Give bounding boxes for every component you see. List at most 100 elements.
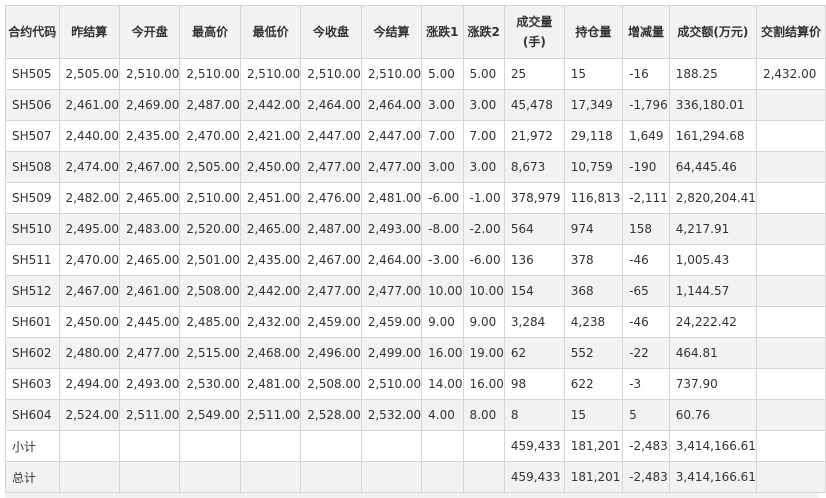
cell-oi-change: -65 [622,275,670,307]
cell-open: 2,477.00 [118,337,181,369]
cell-open: 2,435.00 [118,120,181,152]
cell-volume: 564 [503,213,565,245]
cell-high: 2,505.00 [179,151,241,183]
cell-change1: -3.00 [421,244,464,276]
cell-low: 2,511.00 [239,399,302,431]
cell-contract-code: SH602 [5,337,60,369]
cell-delivery-settle [755,337,826,369]
cell-open: 2,445.00 [118,306,181,338]
cell-settle: 2,532.00 [360,399,423,431]
cell-volume: 378,979 [503,182,565,214]
cell-high: 2,510.00 [179,58,241,90]
cell-turnover: 1,144.57 [668,275,757,307]
cell-volume: 25 [503,58,565,90]
header-change2: 涨跌2 [462,5,505,59]
header-prev-settle: 昨结算 [58,5,120,59]
cell-high: 2,508.00 [179,275,241,307]
cell-turnover: 464.81 [668,337,757,369]
cell-oi-change: -3 [622,368,670,400]
cell-high: 2,487.00 [179,89,241,121]
cell-prev-settle: 2,467.00 [58,275,120,307]
cell-change1 [421,461,464,493]
cell-prev-settle: 2,505.00 [58,58,120,90]
cell-contract-code: SH511 [5,244,60,276]
cell-change2: -1.00 [462,182,505,214]
cell-low: 2,442.00 [239,275,302,307]
cell-high: 2,520.00 [179,213,241,245]
cell-close: 2,528.00 [300,399,362,431]
table-row: SH601 2,450.00 2,445.00 2,485.00 2,432.00 2,4… [5,306,826,338]
cell-delivery-settle [755,399,826,431]
cell-close: 2,476.00 [300,182,362,214]
cell-oi-change: -2,483 [622,430,670,462]
cell-close: 2,510.00 [300,58,362,90]
cell-settle: 2,459.00 [360,306,423,338]
cell-close: 2,459.00 [300,306,362,338]
cell-change2: -6.00 [462,244,505,276]
cell-close: 2,487.00 [300,213,362,245]
cell-volume: 459,433 [503,461,565,493]
table-row: SH602 2,480.00 2,477.00 2,515.00 2,468.00 2,4… [5,337,826,369]
cell-change2: -2.00 [462,213,505,245]
cell-settle: 2,493.00 [360,213,423,245]
cell-oi-change: 158 [622,213,670,245]
cell-change1 [421,430,464,462]
cell-change1: 7.00 [421,120,464,152]
futures-settlement-table: 合约代码 昨结算 今开盘 最高价 最低价 今收盘 今结算 涨跌1 涨跌2 成交量… [5,5,826,493]
cell-prev-settle [58,461,120,493]
cell-prev-settle: 2,440.00 [58,120,120,152]
cell-delivery-settle: 2,432.00 [755,58,826,90]
cell-low: 2,442.00 [239,89,302,121]
cell-settle: 2,477.00 [360,151,423,183]
cell-contract-code: SH601 [5,306,60,338]
header-high: 最高价 [179,5,241,59]
cell-low: 2,421.00 [239,120,302,152]
cell-change2: 10.00 [462,275,505,307]
cell-high: 2,510.00 [179,182,241,214]
cell-turnover: 336,180.01 [668,89,757,121]
cell-delivery-settle [755,275,826,307]
cell-prev-settle: 2,474.00 [58,151,120,183]
cell-volume: 8,673 [503,151,565,183]
cell-settle: 2,510.00 [360,58,423,90]
cell-open: 2,465.00 [118,244,181,276]
cell-change1: 14.00 [421,368,464,400]
cell-high [179,430,241,462]
header-oi-change: 增减量 [622,5,670,59]
header-delivery-settle: 交割结算价 [755,5,826,59]
header-low: 最低价 [239,5,302,59]
cell-close: 2,477.00 [300,151,362,183]
cell-prev-settle [58,430,120,462]
cell-settle: 2,510.00 [360,368,423,400]
table-row: SH506 2,461.00 2,469.00 2,487.00 2,442.00 2,4… [5,89,826,121]
cell-turnover: 3,414,166.61 [668,461,757,493]
cell-contract-code: SH508 [5,151,60,183]
cell-change1: 5.00 [421,58,464,90]
cell-turnover: 188.25 [668,58,757,90]
cell-high: 2,530.00 [179,368,241,400]
cell-volume: 136 [503,244,565,276]
cell-delivery-settle [755,306,826,338]
cell-turnover: 24,222.42 [668,306,757,338]
header-open: 今开盘 [118,5,181,59]
cell-open-interest: 17,349 [563,89,624,121]
cell-change1: -8.00 [421,213,464,245]
cell-open: 2,483.00 [118,213,181,245]
cell-delivery-settle [755,213,826,245]
cell-close: 2,447.00 [300,120,362,152]
cell-contract-code: SH512 [5,275,60,307]
header-contract-code: 合约代码 [5,5,60,59]
cell-low [239,461,302,493]
cell-change1: 3.00 [421,151,464,183]
cell-volume: 62 [503,337,565,369]
cell-oi-change: -190 [622,151,670,183]
cell-change1: 10.00 [421,275,464,307]
header-change1: 涨跌1 [421,5,464,59]
header-volume: 成交量(手) [503,5,565,59]
cell-turnover: 1,005.43 [668,244,757,276]
cell-open: 2,465.00 [118,182,181,214]
cell-open: 2,467.00 [118,151,181,183]
cell-turnover: 2,820,204.41 [668,182,757,214]
cell-contract-code: SH604 [5,399,60,431]
cell-settle [360,430,423,462]
